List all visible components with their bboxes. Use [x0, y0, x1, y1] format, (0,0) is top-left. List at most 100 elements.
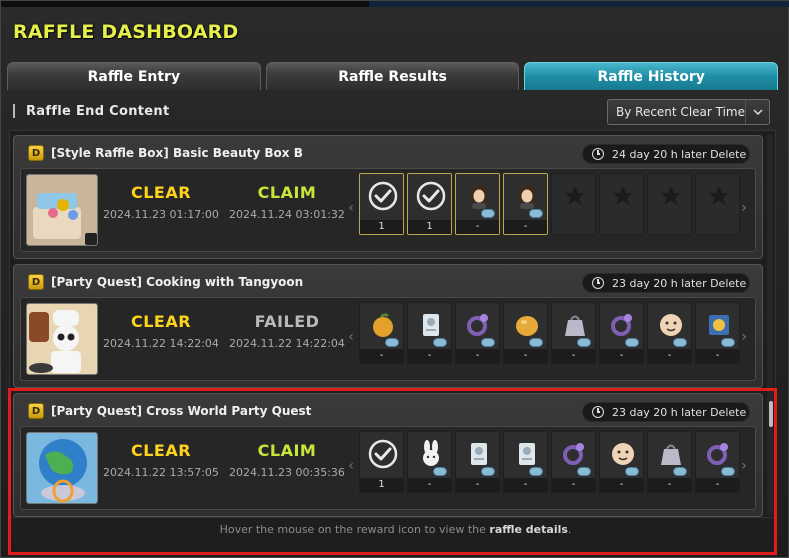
reward-slots: --------: [359, 302, 740, 374]
cloud-icon: [577, 338, 591, 347]
difficulty-badge: D: [28, 145, 44, 161]
reward-slot[interactable]: -: [647, 431, 692, 493]
reward-slot[interactable]: -: [407, 302, 452, 364]
tab-raffle-history[interactable]: Raffle History: [524, 62, 779, 90]
reward-slot[interactable]: [647, 173, 692, 235]
sort-dropdown[interactable]: By Recent Clear Time: [607, 99, 770, 125]
clear-status: CLEAR 2024.11.22 13:57:05: [101, 441, 221, 479]
ring-icon: [558, 437, 591, 470]
reward-count: -: [648, 349, 691, 363]
raffle-card[interactable]: D [Style Raffle Box] Basic Beauty Box B 24…: [13, 135, 763, 259]
chevron-right-icon[interactable]: ›: [739, 193, 749, 223]
sort-selected-value: By Recent Clear Time: [616, 105, 745, 119]
reward-count: 1: [360, 478, 403, 492]
clear-status-date: 2024.11.22 13:57:05: [103, 466, 219, 479]
reward-slots: 11--: [359, 173, 740, 245]
check-icon: [366, 179, 399, 212]
reward-count: -: [600, 478, 643, 492]
reward-slot[interactable]: -: [551, 431, 596, 493]
cloud-icon: [529, 338, 543, 347]
chevron-left-icon[interactable]: ‹: [346, 193, 356, 223]
card-header: D [Party Quest] Cross World Party Quest: [28, 402, 311, 420]
reward-slots: 1-------: [359, 431, 740, 503]
clear-status-date: 2024.11.22 14:22:04: [103, 337, 219, 350]
difficulty-badge: D: [28, 274, 44, 290]
raffle-card[interactable]: D [Party Quest] Cross World Party Quest 23…: [13, 393, 763, 517]
reward-slot[interactable]: -: [455, 173, 500, 235]
cloud-icon: [529, 467, 543, 476]
section-header: Raffle End Content: [13, 102, 170, 120]
reward-count: -: [408, 349, 451, 363]
reward-slot[interactable]: -: [407, 431, 452, 493]
reward-count: -: [504, 349, 547, 363]
clear-status-date: 2024.11.23 01:17:00: [103, 208, 219, 221]
face-icon: [606, 437, 639, 470]
cloud-icon: [481, 338, 495, 347]
reward-count: -: [504, 478, 547, 492]
chevron-right-icon[interactable]: ›: [739, 451, 749, 481]
reward-count: -: [552, 349, 595, 363]
raffle-card[interactable]: D [Party Quest] Cooking with Tangyoon 23 d…: [13, 264, 763, 388]
cloud-icon: [433, 467, 447, 476]
reward-count: -: [360, 349, 403, 363]
hair-style-icon: [462, 179, 495, 212]
ring-icon: [702, 437, 735, 470]
top-strip: [1, 1, 789, 7]
beauty-box-icon: [26, 174, 98, 246]
hair-style-icon: [510, 179, 543, 212]
reward-slot[interactable]: [551, 173, 596, 235]
chevron-left-icon[interactable]: ‹: [346, 451, 356, 481]
clear-status: CLEAR 2024.11.22 14:22:04: [101, 312, 221, 350]
reward-count: -: [696, 478, 739, 492]
cloud-icon: [625, 467, 639, 476]
section-label: Raffle End Content: [26, 103, 170, 119]
delete-timer: 23 day 20 h later Delete: [582, 273, 750, 293]
tab-raffle-entry[interactable]: Raffle Entry: [7, 62, 261, 90]
reward-slot[interactable]: -: [695, 431, 740, 493]
scrollbar-track[interactable]: [767, 135, 773, 515]
reward-slot[interactable]: -: [695, 302, 740, 364]
tab-bar: Raffle Entry Raffle Results Raffle Histo…: [7, 62, 779, 90]
tab-raffle-results[interactable]: Raffle Results: [265, 62, 520, 90]
chevron-right-icon[interactable]: ›: [739, 322, 749, 352]
bunny-icon: [414, 437, 447, 470]
reward-slot[interactable]: -: [599, 431, 644, 493]
clear-status: CLEAR 2024.11.23 01:17:00: [101, 183, 221, 221]
claim-status: CLAIM 2024.11.24 03:01:32: [227, 183, 347, 221]
reward-slot[interactable]: -: [599, 302, 644, 364]
reward-count: 1: [408, 220, 451, 234]
claim-status-date: 2024.11.22 14:22:04: [229, 337, 345, 350]
reward-slot[interactable]: 1: [407, 173, 452, 235]
chevron-down-icon[interactable]: [745, 100, 769, 124]
cloud-icon: [481, 467, 495, 476]
bag-icon: [654, 437, 687, 470]
cloud-icon: [721, 467, 735, 476]
card-header: D [Party Quest] Cooking with Tangyoon: [28, 273, 303, 291]
card-icon: [702, 308, 735, 341]
scrollbar-thumb[interactable]: [769, 401, 773, 427]
reward-slot[interactable]: -: [551, 302, 596, 364]
reward-slot[interactable]: -: [503, 431, 548, 493]
card-body: CLEAR 2024.11.23 01:17:00 CLAIM 2024.11.24 …: [20, 168, 756, 252]
footer-prefix: Hover the mouse on the reward icon to vi…: [219, 523, 490, 536]
reward-slot[interactable]: -: [503, 302, 548, 364]
cloud-icon: [433, 338, 447, 347]
reward-slot[interactable]: -: [503, 173, 548, 235]
reward-slot[interactable]: -: [647, 302, 692, 364]
cloud-icon: [385, 338, 399, 347]
chevron-left-icon[interactable]: ‹: [346, 322, 356, 352]
reward-count: -: [456, 349, 499, 363]
claim-status-date: 2024.11.23 00:35:36: [229, 466, 345, 479]
reward-slot[interactable]: -: [455, 431, 500, 493]
reward-slot[interactable]: 1: [359, 173, 404, 235]
reward-slot[interactable]: 1: [359, 431, 404, 493]
reward-slot[interactable]: [695, 173, 740, 235]
reward-slot[interactable]: [599, 173, 644, 235]
cloud-icon: [673, 338, 687, 347]
reward-slot[interactable]: -: [455, 302, 500, 364]
clock-icon: [592, 277, 604, 289]
chef-panda-icon: [26, 303, 98, 375]
clock-icon: [592, 406, 604, 418]
reward-slot[interactable]: -: [359, 302, 404, 364]
cloud-icon: [625, 338, 639, 347]
